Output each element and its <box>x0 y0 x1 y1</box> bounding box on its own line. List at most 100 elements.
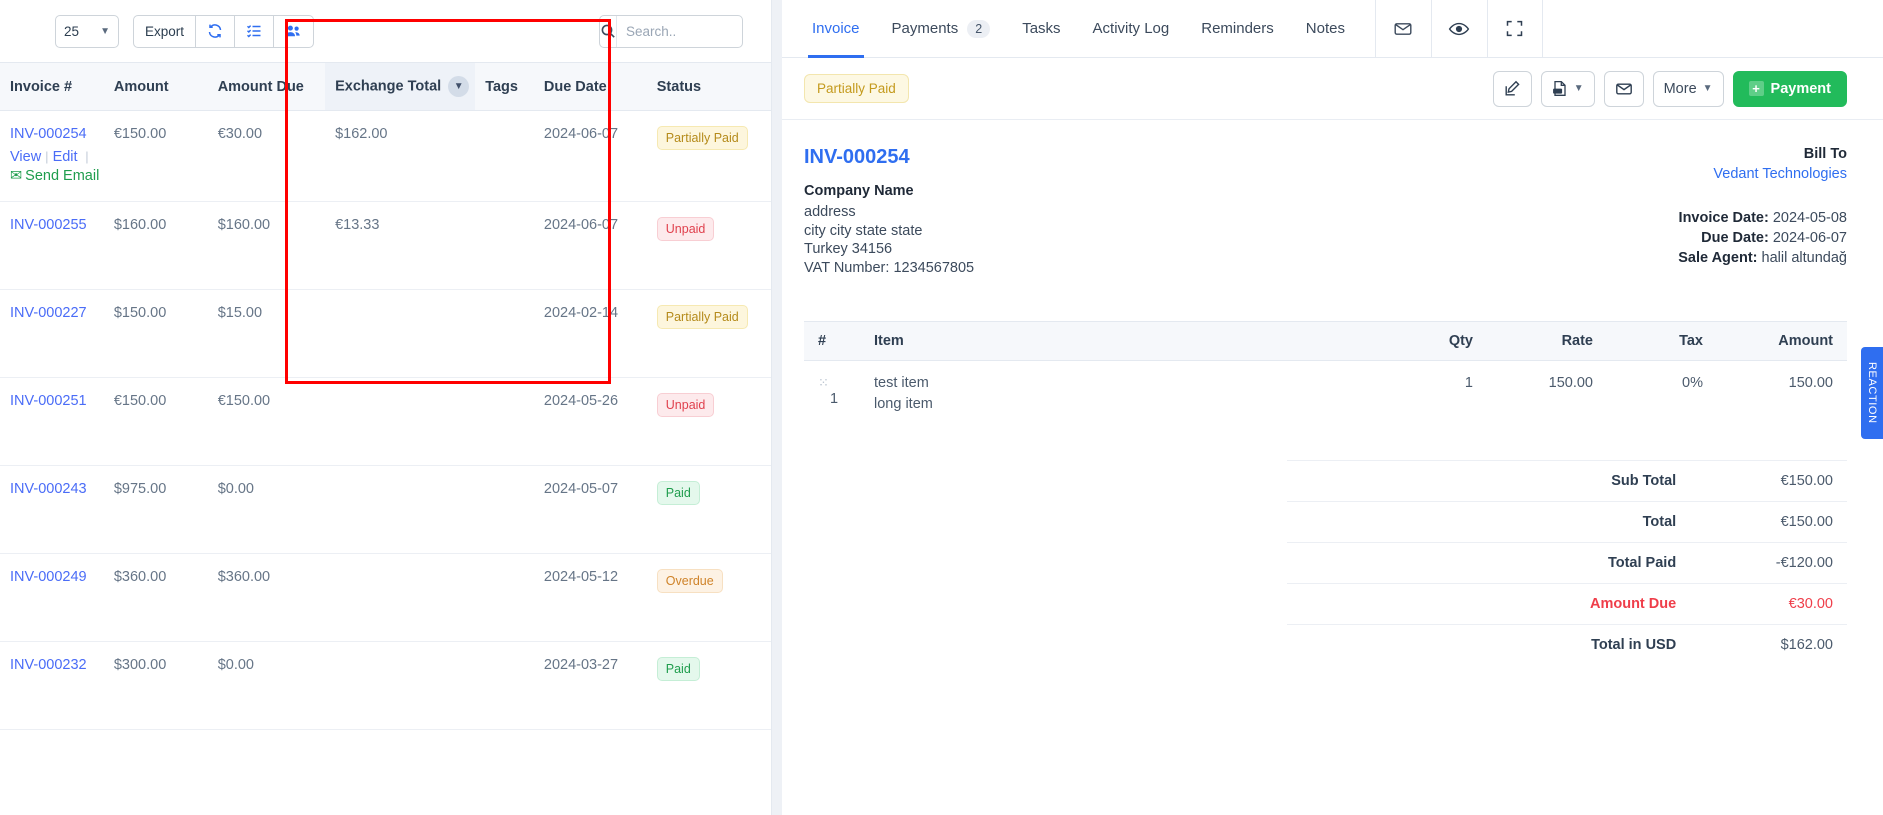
cell-invoice-number: INV-000232 <box>0 641 104 730</box>
search-input[interactable] <box>617 23 742 39</box>
cell-amount: $150.00 <box>103 289 208 378</box>
chevron-down-icon: ▼ <box>100 25 110 37</box>
column-header-label: Amount Due <box>217 78 304 95</box>
per-page-select[interactable]: 25 ▼ <box>55 14 119 48</box>
cell-status: Paid <box>646 465 771 554</box>
envelope-icon[interactable] <box>1374 0 1431 57</box>
column-header-status[interactable]: Status <box>646 62 771 111</box>
more-label: More <box>1663 80 1697 97</box>
cell-status: Partially Paid <box>646 289 771 378</box>
column-header-exchange-total[interactable]: Exchange Total ▼ <box>325 62 476 111</box>
invoice-number-link[interactable]: INV-000232 <box>10 657 87 673</box>
column-header-tags[interactable]: Tags <box>475 62 534 111</box>
invoice-date-label: Invoice Date: <box>1678 210 1769 226</box>
tab-payments[interactable]: Payments 2 <box>876 0 1007 57</box>
refresh-icon[interactable] <box>196 14 236 48</box>
table-row[interactable]: INV-000251 €150.00 €150.00 2024-05-26 Unpaid <box>0 377 771 466</box>
column-header-label: Amount <box>113 78 169 95</box>
edit-pencil-icon <box>1505 80 1520 96</box>
column-header-amount-due[interactable]: Amount Due <box>207 62 326 111</box>
tab-label: Invoice <box>812 20 860 37</box>
edit-invoice-button[interactable] <box>1492 70 1532 107</box>
invoice-number-link[interactable]: INV-000249 <box>10 569 87 585</box>
bill-to-label: Bill To <box>1803 146 1847 162</box>
list-checks-icon[interactable] <box>235 14 275 48</box>
invoice-number[interactable]: INV-000254 <box>804 146 1678 169</box>
invoice-preview: INV-000254 Company Name address city city… <box>782 120 1883 666</box>
column-header-label: Due Date <box>543 78 607 95</box>
cell-exchange-total <box>325 641 476 730</box>
cell-status: Overdue <box>646 553 771 642</box>
column-header-invoice[interactable]: Invoice # <box>0 62 104 111</box>
due-date-line: Due Date: 2024-06-07 <box>1678 230 1847 246</box>
totals-label: Total Paid <box>1287 542 1691 584</box>
users-icon[interactable] <box>274 14 315 48</box>
invoice-number-link[interactable]: INV-000243 <box>10 481 87 497</box>
cell-due-date: 2024-06-07 <box>533 110 647 202</box>
table-row[interactable]: INV-000254 View | Edit | ✉ Send Email €150.00 €… <box>0 110 771 202</box>
cell-invoice-number: INV-000227 <box>0 289 104 378</box>
expand-icon[interactable] <box>1486 0 1543 57</box>
pdf-dropdown-button[interactable]: PDF ▼ <box>1540 70 1595 107</box>
detail-action-row: Partially Paid PDF ▼ More ▼ + Payment <box>782 58 1883 120</box>
column-header-label: Tags <box>485 78 518 95</box>
tab-reminders[interactable]: Reminders <box>1185 0 1290 57</box>
items-column-header-item: Item <box>860 321 1377 362</box>
tab-activity-log[interactable]: Activity Log <box>1077 0 1186 57</box>
cell-tags <box>475 465 534 554</box>
table-row[interactable]: INV-000249 $360.00 $360.00 2024-05-12 Overdu… <box>0 553 771 642</box>
cell-tags <box>475 553 534 642</box>
send-email-link[interactable]: ✉ Send Email <box>10 168 99 184</box>
column-header-due-date[interactable]: Due Date <box>533 62 647 111</box>
more-dropdown-button[interactable]: More ▼ <box>1652 70 1724 107</box>
send-email-button[interactable] <box>1603 70 1644 107</box>
column-header-amount[interactable]: Amount <box>103 62 208 111</box>
bill-to-name[interactable]: Vedant Technologies <box>1678 166 1847 182</box>
action-separator: | <box>45 149 49 164</box>
cell-amount: €150.00 <box>103 110 208 202</box>
drag-handle-icon[interactable]: ⁙ <box>818 375 830 390</box>
cell-tags <box>475 201 534 290</box>
cell-tags <box>475 641 534 730</box>
totals-row: Amount Due €30.00 <box>1287 583 1847 625</box>
invoice-number-link[interactable]: INV-000254 <box>10 126 87 142</box>
edit-link[interactable]: Edit <box>53 149 78 165</box>
status-badge: Unpaid <box>656 392 715 417</box>
search-box[interactable] <box>599 14 743 48</box>
invoice-number-link[interactable]: INV-000255 <box>10 217 87 233</box>
due-date-label: Due Date: <box>1701 230 1769 246</box>
cell-invoice-number: INV-000243 <box>0 465 104 554</box>
tab-tasks[interactable]: Tasks <box>1006 0 1076 57</box>
status-badge: Paid <box>656 480 700 505</box>
table-row[interactable]: INV-000243 $975.00 $0.00 2024-05-07 Paid <box>0 465 771 554</box>
invoice-number-link[interactable]: INV-000251 <box>10 393 87 409</box>
eye-icon[interactable] <box>1430 0 1487 57</box>
action-separator: | <box>85 149 89 164</box>
add-payment-button[interactable]: + Payment <box>1732 70 1847 107</box>
cell-tags <box>475 289 534 378</box>
item-number-cell: ⁙1 <box>804 361 860 427</box>
cell-due-date: 2024-05-12 <box>533 553 647 642</box>
export-button[interactable]: Export <box>133 14 197 48</box>
table-row[interactable]: INV-000227 $150.00 $15.00 2024-02-14 Partial… <box>0 289 771 378</box>
view-link[interactable]: View <box>10 149 41 165</box>
reaction-tab[interactable]: REACTION <box>1861 347 1883 439</box>
cell-exchange-total <box>325 465 476 554</box>
tab-invoice[interactable]: Invoice <box>796 0 876 58</box>
invoice-table-head: Invoice # Amount Amount Due Exchange Total ▼… <box>0 62 771 111</box>
table-row[interactable]: INV-000232 $300.00 $0.00 2024-03-27 Paid <box>0 641 771 730</box>
invoice-table: Invoice # Amount Amount Due Exchange Total ▼… <box>0 62 771 730</box>
item-name: test item <box>874 375 929 392</box>
cell-due-date: 2024-02-14 <box>533 289 647 378</box>
chevron-down-icon[interactable]: ▼ <box>448 76 470 97</box>
reaction-label: REACTION <box>1866 362 1878 424</box>
invoice-number-link[interactable]: INV-000227 <box>10 305 87 321</box>
company-name: Company Name <box>804 183 914 199</box>
tab-label: Tasks <box>1022 20 1061 37</box>
cell-amount-due: $160.00 <box>207 201 326 290</box>
table-row[interactable]: INV-000255 $160.00 $160.00 €13.33 2024-06-07… <box>0 201 771 290</box>
item-rate-cell: 150.00 <box>1548 375 1593 392</box>
plus-icon: + <box>1748 81 1764 96</box>
pdf-file-icon: PDF <box>1553 80 1566 96</box>
tab-notes[interactable]: Notes <box>1290 0 1361 57</box>
